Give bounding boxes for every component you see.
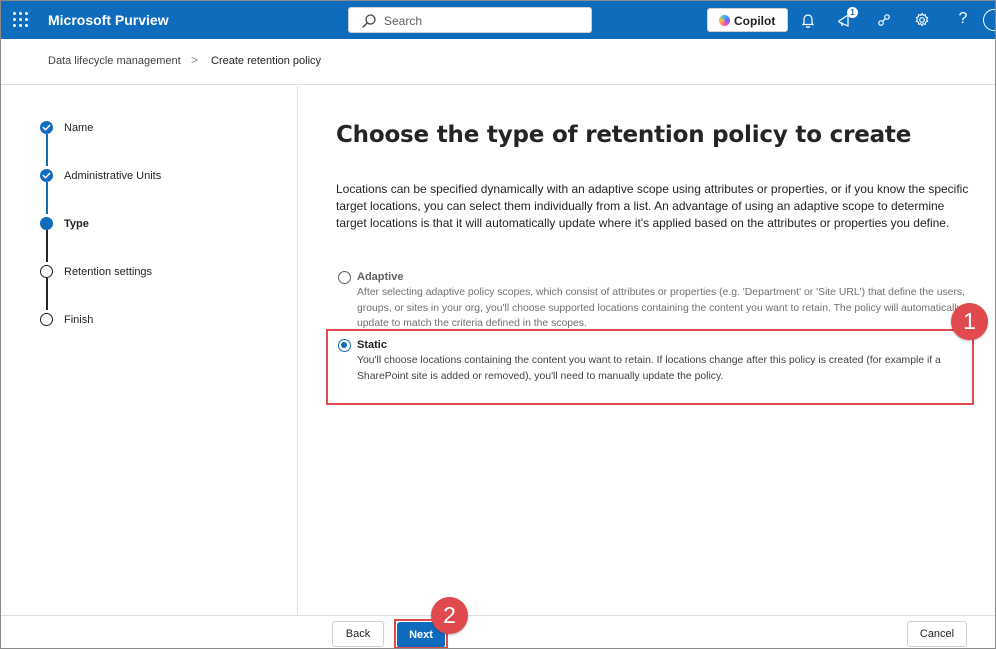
step-label-administrative-units[interactable]: Administrative Units xyxy=(64,170,161,182)
breadcrumb-create-retention-policy: Create retention policy xyxy=(211,55,322,67)
step-connector xyxy=(46,278,48,310)
step-todo-icon xyxy=(40,313,53,326)
back-button[interactable]: Back xyxy=(332,621,384,647)
step-label-retention-settings: Retention settings xyxy=(64,266,153,278)
copilot-button[interactable]: Copilot xyxy=(707,8,788,32)
notification-badge: 1 xyxy=(847,7,858,18)
app-title[interactable]: Microsoft Purview xyxy=(48,12,169,28)
annotation-marker-1: 1 xyxy=(951,303,988,340)
search-box[interactable]: Search xyxy=(348,7,592,33)
copilot-icon xyxy=(719,15,730,26)
step-label-name[interactable]: Name xyxy=(64,122,93,134)
cancel-button[interactable]: Cancel xyxy=(907,621,967,647)
step-connector xyxy=(46,182,48,214)
avatar[interactable] xyxy=(983,9,995,31)
step-connector xyxy=(46,230,48,262)
step-done-check-icon xyxy=(40,169,53,182)
static-option-highlight xyxy=(326,329,974,405)
help-icon[interactable]: ? xyxy=(954,10,972,28)
adaptive-option-title[interactable]: Adaptive xyxy=(357,271,403,283)
annotation-marker-2: 2 xyxy=(431,597,468,634)
copilot-label: Copilot xyxy=(734,14,776,28)
connections-icon[interactable] xyxy=(875,11,893,29)
settings-gear-icon[interactable] xyxy=(913,11,931,29)
top-bar: Microsoft Purview Search Copilot 1 ? xyxy=(1,1,995,39)
adaptive-radio[interactable] xyxy=(338,271,351,284)
app-launcher-icon[interactable] xyxy=(13,12,29,28)
page-title: Choose the type of retention policy to c… xyxy=(336,122,912,148)
wizard-footer xyxy=(1,615,995,648)
bell-icon[interactable] xyxy=(799,11,817,29)
breadcrumb: Data lifecycle management > Create reten… xyxy=(1,39,995,85)
chevron-right-icon: > xyxy=(191,53,199,67)
step-todo-icon xyxy=(40,265,53,278)
step-done-check-icon xyxy=(40,121,53,134)
wizard-stepper: Name Administrative Units Type Retention… xyxy=(1,86,298,616)
adaptive-option-description: After selecting adaptive policy scopes, … xyxy=(357,287,965,329)
step-connector xyxy=(46,134,48,166)
step-current-icon xyxy=(40,217,53,230)
page-description: Locations can be specified dynamically w… xyxy=(336,182,969,231)
window-frame: Microsoft Purview Search Copilot 1 ? Dat… xyxy=(0,0,996,649)
step-label-finish: Finish xyxy=(64,314,94,326)
breadcrumb-data-lifecycle[interactable]: Data lifecycle management xyxy=(48,55,181,67)
step-label-type[interactable]: Type xyxy=(64,218,89,230)
search-placeholder: Search xyxy=(384,14,423,28)
search-icon xyxy=(362,14,376,28)
